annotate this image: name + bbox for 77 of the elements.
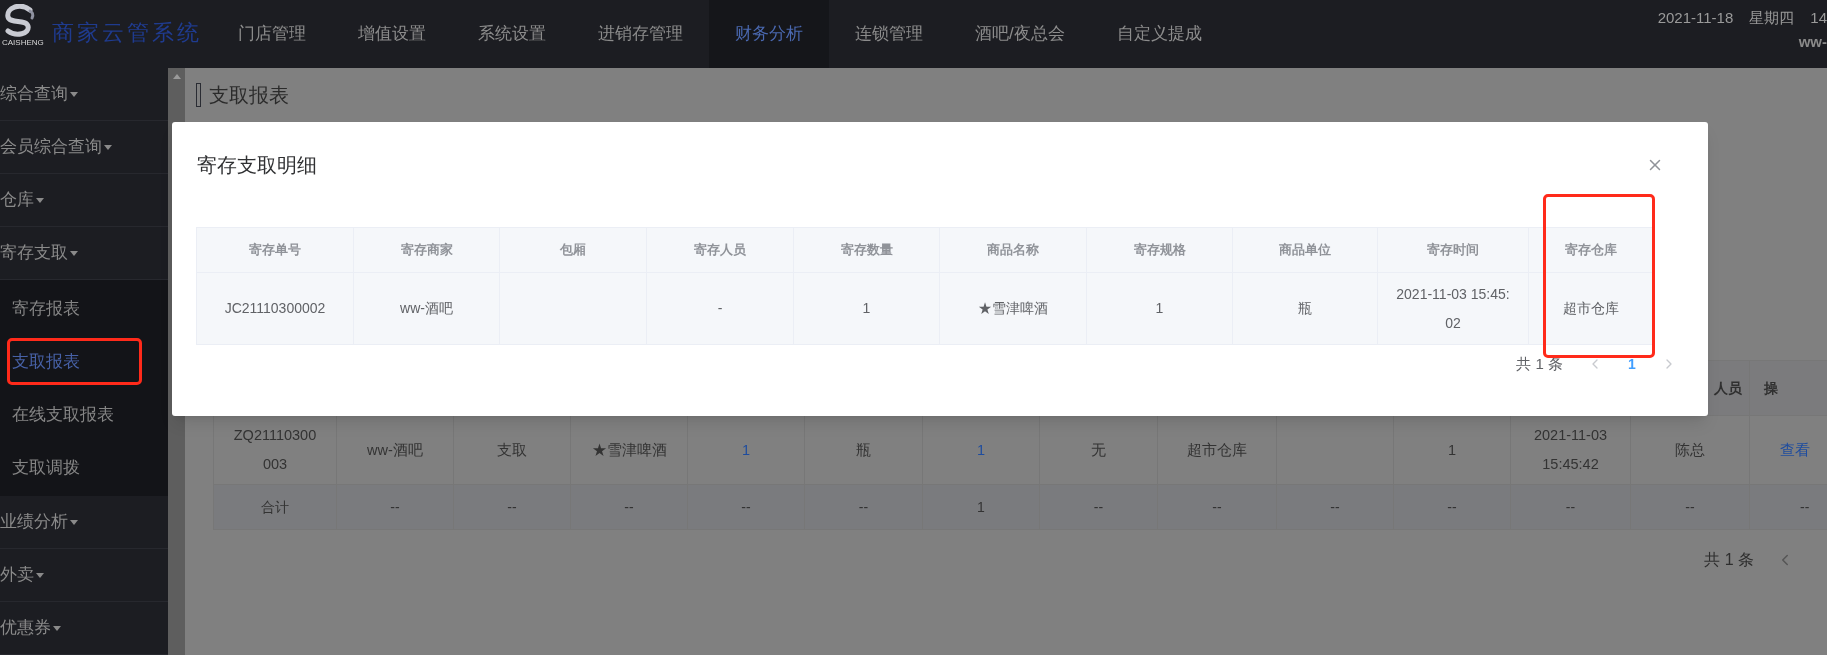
table-cell-text: 1 — [862, 299, 871, 318]
nav-tab[interactable]: 门店管理 — [212, 0, 332, 68]
table-cell-text: ww-酒吧 — [367, 440, 423, 460]
caret-icon — [104, 144, 112, 150]
table-cell-text: -- — [507, 497, 517, 517]
table-cell-text: -- — [624, 497, 634, 517]
table-cell-text: -- — [390, 497, 400, 517]
caret-icon — [70, 250, 78, 256]
table-cell-text: -- — [1800, 497, 1810, 517]
submenu-item[interactable]: 支取调拨 — [0, 441, 168, 494]
submenu-item[interactable]: 寄存报表 — [0, 282, 168, 335]
dialog-title: 寄存支取明细 — [197, 153, 317, 178]
table-cell-text: -- — [1330, 497, 1340, 517]
column-header: 寄存规格 — [1133, 241, 1186, 260]
submenu-item[interactable]: 在线支取报表 — [0, 388, 168, 441]
title-bar-icon — [196, 83, 201, 107]
table-cell-text: -- — [1093, 497, 1104, 517]
table-cell-text: JC21110300002 — [224, 299, 326, 318]
column-header: 寄存人员 — [694, 241, 746, 260]
column-header: 寄存时间 — [1427, 241, 1479, 260]
table-cell-text: 瓶 — [1298, 299, 1312, 318]
column-header: 商品名称 — [987, 241, 1039, 260]
page-number[interactable]: 1 — [1617, 353, 1647, 375]
table-cell-text: 陈总 — [1675, 440, 1705, 460]
nav-tab[interactable]: 酒吧/夜总会 — [949, 0, 1091, 68]
table-cell-text: 1 — [1447, 440, 1457, 460]
date-text: 2021-11-18 — [1657, 8, 1734, 28]
table-cell-text: ★雪津啤酒 — [978, 299, 1048, 318]
column-header: 人员 — [1714, 378, 1742, 398]
table-cell-text: -- — [1447, 497, 1457, 517]
submenu-item[interactable]: 支取报表 — [0, 335, 168, 388]
table-cell-text: 无 — [1091, 440, 1106, 460]
caret-icon — [36, 197, 44, 203]
nav-tab[interactable]: 连锁管理 — [829, 0, 949, 68]
nav-tab[interactable]: 系统设置 — [452, 0, 572, 68]
nav-tab[interactable]: 财务分析 — [709, 0, 829, 68]
nav-tab[interactable]: 自定义提成 — [1090, 0, 1228, 68]
column-header: 包厢 — [560, 241, 586, 260]
user-name: ww- — [1798, 32, 1827, 52]
weekday-text: 星期四 — [1749, 8, 1795, 28]
column-header: 寄存仓库 — [1565, 241, 1617, 260]
table-cell-text: -- — [858, 497, 869, 517]
table-cell-text: ww-酒吧 — [400, 299, 453, 318]
table-cell-text: 1 — [1155, 299, 1164, 318]
table-cell-text: -- — [741, 497, 751, 517]
logo-caption: CAISHENG — [2, 38, 44, 48]
time-text: 14 — [1810, 8, 1827, 28]
nav-tab[interactable]: 进销存管理 — [572, 0, 709, 68]
table-cell-text: 超市仓库 — [1187, 440, 1247, 460]
table-cell-text: 2021-11-03 15:45:42 — [1532, 426, 1609, 474]
table-cell-text: ★雪津啤酒 — [591, 440, 667, 460]
table-cell-text: -- — [1565, 497, 1576, 517]
pagination-total: 共 1 条 — [1704, 550, 1754, 570]
table-cell-text: 1 — [977, 497, 985, 517]
table-cell-text: 瓶 — [856, 440, 871, 460]
brand-title: 商家云管系统 — [52, 18, 202, 47]
caret-icon — [70, 519, 78, 525]
column-header: 寄存数量 — [840, 241, 893, 260]
table-cell-text: ZQ21110300003 — [232, 426, 318, 474]
table-cell-text: 支取 — [497, 440, 527, 460]
nav-tab[interactable]: 增值设置 — [332, 0, 452, 68]
column-header: 寄存单号 — [249, 241, 301, 260]
table-cell-text: -- — [1212, 497, 1222, 517]
caret-icon — [53, 625, 61, 631]
page-title: 支取报表 — [209, 83, 289, 108]
column-header: 操 — [1764, 378, 1778, 398]
table-cell-text: 2021-11-03 15:45:02 — [1395, 284, 1511, 333]
scroll-up-icon[interactable] — [172, 74, 181, 79]
column-header: 商品单位 — [1279, 241, 1331, 260]
table-cell-text: 超市仓库 — [1563, 299, 1619, 318]
table-cell-text: 合计 — [261, 497, 289, 517]
caret-icon — [36, 572, 44, 578]
table-cell-text: - — [717, 299, 723, 318]
caret-icon — [70, 91, 78, 97]
table-cell-text: -- — [1685, 497, 1695, 517]
column-header: 寄存商家 — [400, 241, 453, 260]
pagination-total: 共 1 条 — [1516, 353, 1563, 374]
